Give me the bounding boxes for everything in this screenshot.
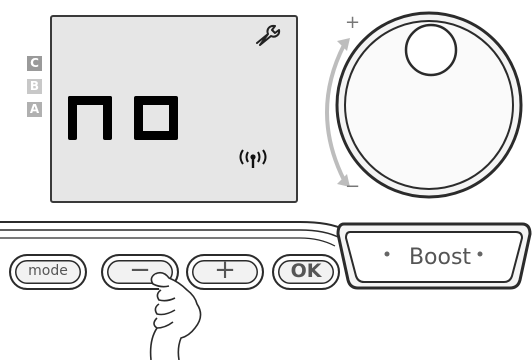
mode-button[interactable]: mode <box>9 254 87 290</box>
boost-label: Boost <box>408 245 472 270</box>
ok-button[interactable]: OK <box>272 254 340 290</box>
mode-tag-c: C <box>27 56 42 71</box>
wireless-signal-icon <box>239 149 267 168</box>
mode-tag-b: B <box>27 79 42 94</box>
temperature-dial[interactable] <box>334 10 524 200</box>
mode-tag-a: A <box>27 102 42 117</box>
pressing-hand-icon <box>149 271 202 360</box>
wrench-icon <box>256 24 281 46</box>
display-text: no <box>68 96 180 140</box>
dial-grip-icon <box>404 23 458 77</box>
